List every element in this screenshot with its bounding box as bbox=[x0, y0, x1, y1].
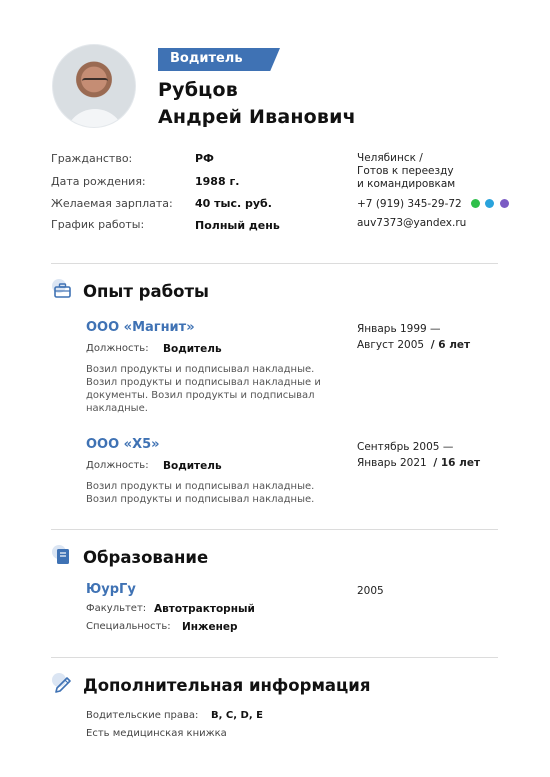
job-period: Январь 1999 — Август 2005 / 6 лет bbox=[357, 321, 470, 353]
position-label: Должность: bbox=[86, 343, 149, 354]
telegram-icon[interactable] bbox=[485, 199, 495, 208]
speciality-value: Инженер bbox=[182, 621, 238, 633]
period-start: Сентябрь 2005 — bbox=[357, 441, 454, 453]
relocation-line1: Готов к переезду bbox=[357, 165, 454, 177]
given-names: Андрей Иванович bbox=[158, 106, 356, 128]
section-title-additional: Дополнительная информация bbox=[83, 676, 371, 695]
company-name: ООО «Х5» bbox=[86, 437, 160, 452]
medical-note: Есть медицинская книжка bbox=[86, 728, 227, 739]
period-end: Январь 2021 bbox=[357, 457, 427, 469]
job-description: Возил продукты и подписывал накладные. В… bbox=[86, 480, 344, 506]
divider bbox=[51, 657, 498, 658]
description-line: Возил продукты и подписывал накладные. bbox=[86, 494, 315, 505]
email[interactable]: auv7373@yandex.ru bbox=[357, 217, 466, 229]
institution-name: ЮурГу bbox=[86, 582, 136, 597]
salary-value: 40 тыс. руб. bbox=[195, 197, 272, 210]
section-title-education: Образование bbox=[83, 548, 209, 567]
birthdate-value: 1988 г. bbox=[195, 175, 240, 188]
position-badge: Водитель bbox=[158, 48, 280, 71]
company-name: ООО «Магнит» bbox=[86, 320, 195, 335]
citizenship-value: РФ bbox=[195, 152, 214, 165]
description-line: Возил продукты и подписывал накладные. bbox=[86, 364, 315, 375]
description-line: накладные. bbox=[86, 403, 148, 414]
description-line: Возил продукты и подписывал накладные. bbox=[86, 481, 315, 492]
description-line: Возил продукты и подписывал накладные и bbox=[86, 377, 321, 388]
job-description: Возил продукты и подписывал накладные. В… bbox=[86, 363, 344, 415]
period-end-row: Август 2005 / 6 лет bbox=[357, 337, 470, 353]
phone[interactable]: +7 (919) 345-29-72 bbox=[357, 198, 462, 210]
relocation-line2: и командировкам bbox=[357, 178, 456, 190]
job-duration: / 6 лет bbox=[430, 339, 471, 351]
job-period: Сентябрь 2005 — Январь 2021 / 16 лет bbox=[357, 439, 480, 471]
divider bbox=[51, 529, 498, 530]
birthdate-label: Дата рождения: bbox=[51, 175, 146, 188]
shirt-shape bbox=[65, 109, 125, 127]
description-line: документы. Возил продукты и подписывал bbox=[86, 390, 315, 401]
surname: Рубцов bbox=[158, 79, 238, 101]
position-label: Должность: bbox=[86, 460, 149, 471]
license-value: B, C, D, E bbox=[211, 710, 263, 721]
citizenship-label: Гражданство: bbox=[51, 152, 133, 165]
faculty-label: Факультет: bbox=[86, 603, 147, 614]
section-title-experience: Опыт работы bbox=[83, 282, 209, 301]
briefcase-icon bbox=[52, 279, 71, 298]
license-label: Водительские права: bbox=[86, 710, 199, 721]
book-icon bbox=[52, 545, 69, 564]
city: Челябинск / bbox=[357, 152, 423, 164]
job-duration: / 16 лет bbox=[433, 457, 481, 469]
avatar bbox=[52, 44, 136, 128]
period-start: Январь 1999 — bbox=[357, 323, 441, 335]
salary-label: Желаемая зарплата: bbox=[51, 197, 173, 210]
glasses-shape bbox=[82, 78, 108, 84]
viber-icon[interactable] bbox=[499, 199, 509, 208]
schedule-value: Полный день bbox=[195, 219, 280, 232]
faculty-value: Автотракторный bbox=[154, 603, 255, 615]
period-end-row: Январь 2021 / 16 лет bbox=[357, 455, 480, 471]
whatsapp-icon[interactable] bbox=[471, 199, 481, 208]
graduation-year: 2005 bbox=[357, 585, 384, 597]
phone-row: +7 (919) 345-29-72 bbox=[357, 198, 509, 210]
schedule-label: График работы: bbox=[51, 218, 145, 231]
position-value: Водитель bbox=[163, 460, 222, 472]
position-value: Водитель bbox=[163, 343, 222, 355]
speciality-label: Специальность: bbox=[86, 621, 171, 632]
divider bbox=[51, 263, 498, 264]
period-end: Август 2005 bbox=[357, 339, 425, 351]
pencil-icon bbox=[52, 673, 71, 693]
